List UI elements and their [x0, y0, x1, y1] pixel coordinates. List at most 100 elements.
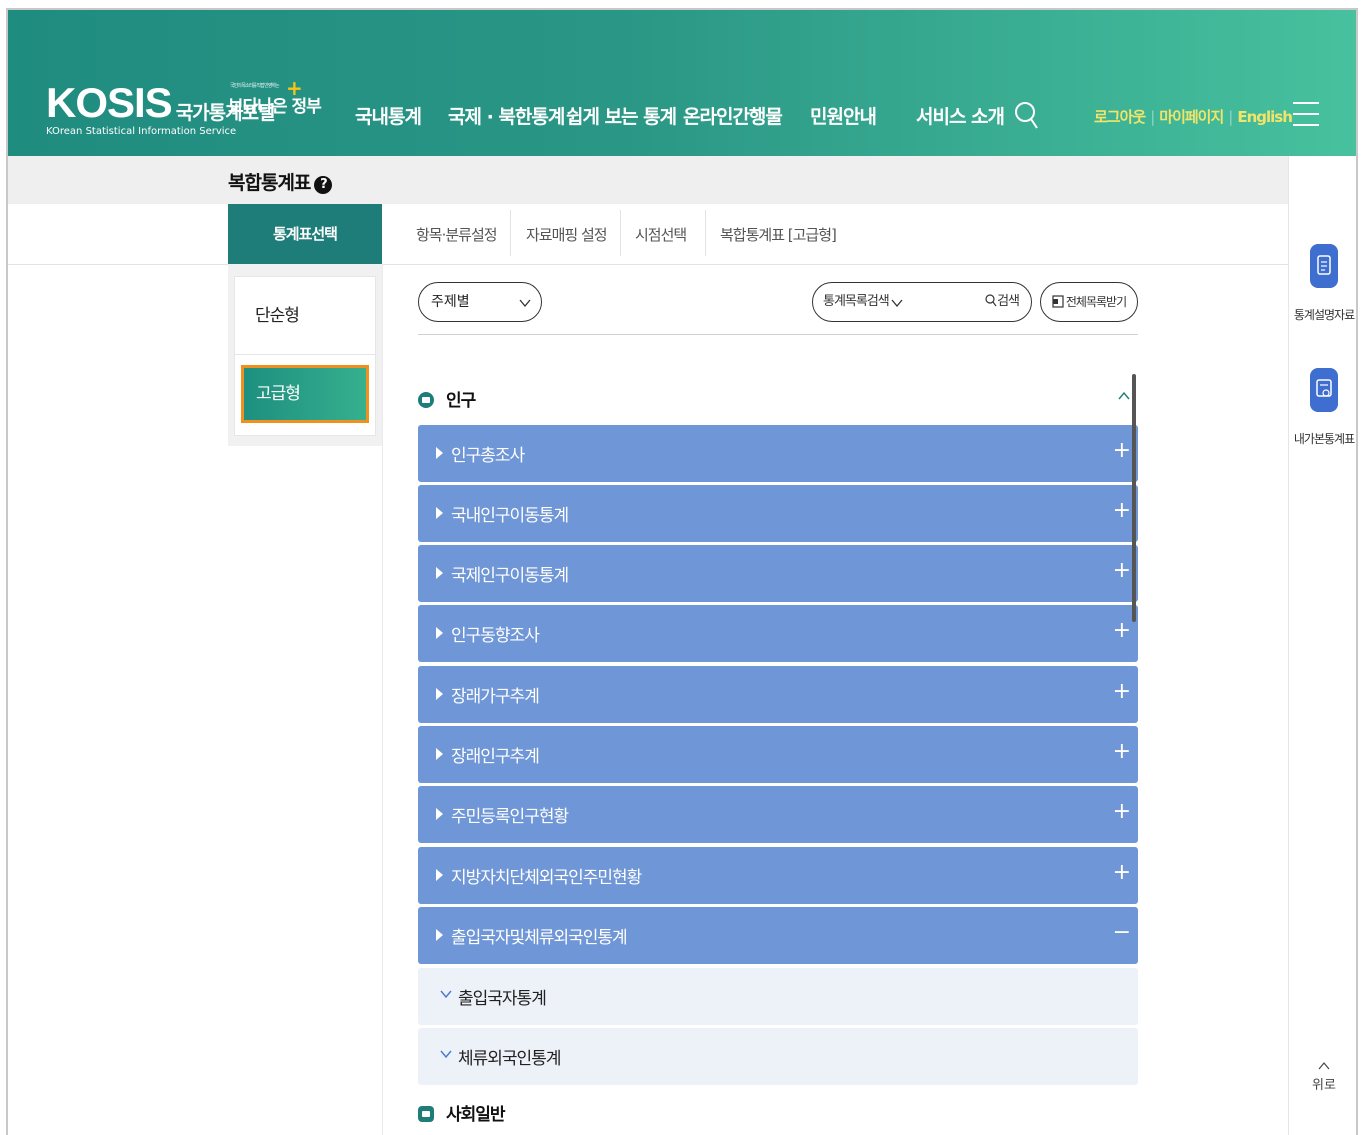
chevron-down-icon — [519, 299, 531, 307]
tree-item-resident-registration[interactable]: 주민등록인구현황 + — [418, 786, 1138, 843]
tab-table-select[interactable]: 통계표선택 — [228, 204, 382, 264]
tree-subitem-immigration[interactable]: 출입국자통계 — [418, 968, 1138, 1025]
nav-online-publications[interactable]: 온라인간행물 — [683, 102, 783, 130]
category-population[interactable]: 인구 — [418, 386, 476, 416]
caret-right-icon — [436, 567, 443, 579]
category-label: 인구 — [446, 391, 476, 411]
tree-item-label: 국제인구이동통계 — [451, 566, 569, 586]
tree-item-international-migration[interactable]: 국제인구이동통계 + — [418, 545, 1138, 602]
tree-scrollbar[interactable] — [1132, 374, 1136, 622]
help-icon[interactable]: ? — [314, 176, 333, 194]
simple-type-option[interactable]: 단순형 — [235, 277, 375, 355]
back-to-top-label: 위로 — [1312, 1078, 1336, 1093]
caret-right-icon — [436, 447, 443, 459]
tree-item-census[interactable]: 인구총조사 + — [418, 425, 1138, 482]
divider — [418, 334, 1138, 335]
tab-composite-table-advanced[interactable]: 복합통계표 [고급형] — [720, 224, 837, 245]
expand-icon[interactable]: + — [1113, 800, 1131, 824]
logo-text: KOSIS — [46, 79, 173, 126]
stat-description-label[interactable]: 통계설명자료 — [1289, 306, 1356, 323]
government-logo-tagline: 국민의 목소리를 직접 반영하는 — [230, 83, 280, 89]
tree-item-label: 국내인구이동통계 — [451, 506, 569, 526]
tree-item-label: 장래가구추계 — [451, 687, 540, 707]
tab-data-mapping[interactable]: 자료매핑 설정 — [526, 224, 608, 245]
search-button-label: 검색 — [997, 294, 1020, 309]
viewed-tables-label[interactable]: 내가본통계표 — [1289, 430, 1356, 447]
english-link[interactable]: English — [1237, 108, 1293, 126]
divider — [620, 210, 621, 256]
type-panel: 단순형 고급형 — [228, 264, 382, 446]
download-full-list-button[interactable]: 전체목록받기 — [1040, 282, 1138, 322]
caret-right-icon — [436, 627, 443, 639]
download-button-label: 전체목록받기 — [1065, 295, 1127, 309]
government-logo-text: 보다나은 정부 — [228, 97, 322, 117]
viewed-tables-icon[interactable] — [1310, 368, 1338, 412]
caret-right-icon — [436, 869, 443, 881]
search-icon[interactable] — [1012, 98, 1042, 132]
caret-right-icon — [436, 748, 443, 760]
quick-menu: 통계설명자료 내가본통계표 위로 — [1288, 156, 1356, 1135]
tree-subitem-foreign-residents[interactable]: 체류외국인통계 — [418, 1028, 1138, 1085]
expand-icon[interactable]: + — [1113, 861, 1131, 885]
caret-right-icon — [436, 688, 443, 700]
divider: | — [1150, 108, 1155, 126]
browser-frame: KOSIS 국가통계포털 KOrean Statistical Informati… — [6, 8, 1358, 1135]
mypage-link[interactable]: 마이페이지 — [1159, 108, 1224, 126]
expand-icon[interactable]: + — [1113, 740, 1131, 764]
tree-item-label: 인구총조사 — [451, 446, 525, 466]
subject-select-value: 주제별 — [431, 294, 470, 310]
nav-domestic-stats[interactable]: 국내통계 — [355, 102, 422, 130]
expand-icon[interactable]: + — [1113, 439, 1131, 463]
category-social-general[interactable]: 사회일반 — [418, 1100, 506, 1130]
stat-list-search[interactable]: 통계목록검색 검색 — [812, 282, 1032, 322]
menu-icon[interactable] — [1293, 102, 1319, 126]
tree-item-local-foreign-residents[interactable]: 지방자치단체외국인주민현황 + — [418, 847, 1138, 904]
collapse-icon[interactable]: − — [1113, 921, 1131, 945]
expand-icon[interactable]: + — [1113, 680, 1131, 704]
tree-subitem-label: 체류외국인통계 — [458, 1049, 561, 1069]
nav-civil-service[interactable]: 민원안내 — [810, 102, 877, 130]
utility-links: 로그아웃 | 마이페이지 | English — [1094, 106, 1293, 127]
tree-item-domestic-migration[interactable]: 국내인구이동통계 + — [418, 485, 1138, 542]
title-bar — [8, 156, 1288, 204]
tab-period-select[interactable]: 시점선택 — [635, 224, 687, 245]
subject-select[interactable]: 주제별 — [418, 282, 542, 322]
chevron-down-icon — [891, 299, 903, 307]
caret-right-icon — [436, 808, 443, 820]
expand-icon[interactable]: + — [1113, 619, 1131, 643]
tree-item-population-projection[interactable]: 장래인구추계 + — [418, 726, 1138, 783]
advanced-type-option[interactable]: 고급형 — [241, 365, 369, 423]
expand-icon[interactable]: + — [1113, 499, 1131, 523]
logo-subtitle: KOrean Statistical Information Service — [46, 126, 237, 137]
page-title-text: 복합통계표 — [228, 172, 311, 194]
plus-icon: + — [286, 76, 303, 100]
tree-item-immigration-foreigners[interactable]: 출입국자및체류외국인통계 − — [418, 907, 1138, 964]
search-icon — [985, 294, 997, 307]
tab-item-category-settings[interactable]: 항목·분류설정 — [416, 224, 498, 245]
category-label: 사회일반 — [446, 1105, 506, 1125]
tree-item-label: 인구동향조사 — [451, 626, 540, 646]
page-title: 복합통계표? — [228, 168, 333, 195]
tree-subitem-label: 출입국자통계 — [458, 989, 547, 1009]
nav-service-intro[interactable]: 서비스 소개 — [916, 102, 1005, 130]
chevron-up-icon — [1318, 1062, 1330, 1070]
divider — [510, 210, 511, 256]
chevron-down-icon — [440, 1050, 452, 1058]
tab-divider — [8, 264, 1288, 265]
tree-item-label: 출입국자및체류외국인통계 — [451, 928, 628, 948]
expand-icon[interactable]: + — [1113, 559, 1131, 583]
logout-link[interactable]: 로그아웃 — [1094, 108, 1146, 126]
back-to-top-button[interactable]: 위로 — [1289, 1062, 1356, 1093]
divider: | — [1228, 108, 1233, 126]
nav-easy-stats[interactable]: 쉽게 보는 통계 — [566, 102, 677, 130]
tree-item-label: 장래인구추계 — [451, 747, 540, 767]
tree-item-household-projection[interactable]: 장래가구추계 + — [418, 666, 1138, 723]
stat-description-icon[interactable] — [1310, 244, 1338, 288]
site-header: KOSIS 국가통계포털 KOrean Statistical Informati… — [8, 10, 1356, 156]
search-button[interactable]: 검색 — [985, 283, 1020, 321]
government-logo: 국민의 목소리를 직접 반영하는 보다나은 정부 + — [228, 76, 322, 117]
caret-right-icon — [436, 929, 443, 941]
chevron-up-icon[interactable] — [1118, 392, 1130, 400]
tree-item-population-trends[interactable]: 인구동향조사 + — [418, 605, 1138, 662]
nav-international-stats[interactable]: 국제 · 북한통계 — [448, 102, 565, 130]
